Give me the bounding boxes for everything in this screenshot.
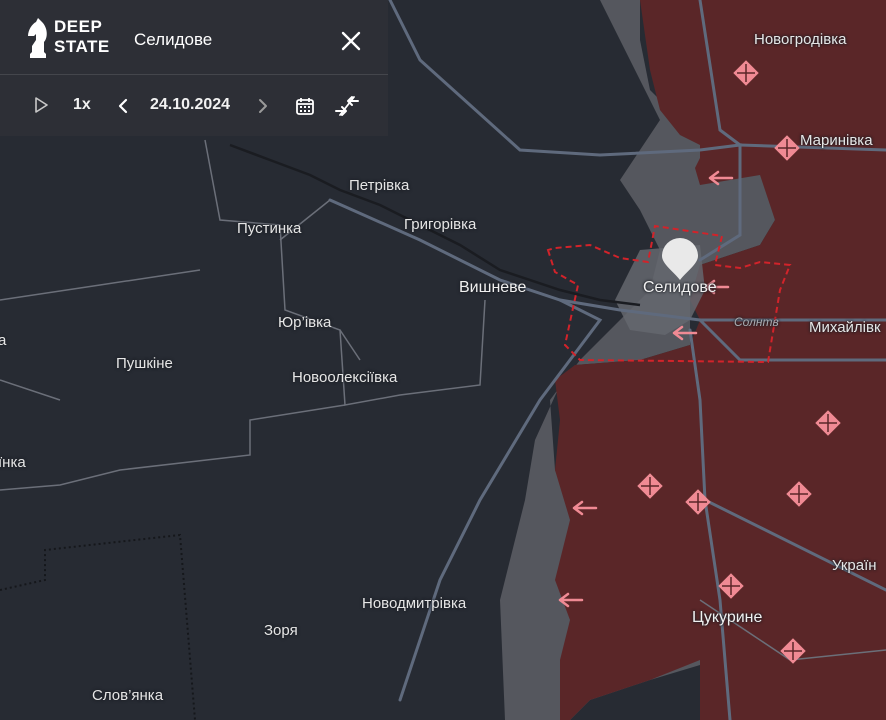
close-icon[interactable] (340, 30, 362, 52)
chevron-left-icon[interactable] (117, 98, 129, 114)
calendar-icon[interactable] (295, 96, 315, 116)
place-label-mykhailivka: Михайлівк (809, 319, 881, 336)
place-label-tsukuryne: Цукурине (692, 609, 763, 626)
play-icon[interactable] (34, 97, 48, 113)
place-label-zoria: Зоря (264, 622, 298, 639)
place-label-novodmytrivka: Новодмитрівка (362, 595, 467, 612)
date-display[interactable]: 24.10.2024 (150, 96, 230, 114)
panel-title: Селидове (134, 30, 213, 49)
speed-button[interactable]: 1x (73, 96, 91, 114)
road-label: Солнтв (734, 315, 779, 329)
knight-logo-icon (28, 18, 47, 58)
place-label-yurivka: Юр’івка (278, 314, 332, 331)
place-label-petrivka: Петрівка (349, 177, 410, 194)
place-label-left-edge-a: а (0, 332, 7, 349)
brand-line-2: STATE (54, 37, 110, 56)
place-label-slovianka: Слов’янка (92, 687, 164, 704)
place-label-vyshneve: Вишневе (459, 279, 527, 296)
brand-logo-text: DEEP STATE (54, 17, 110, 57)
place-label-ukrainsk: Україн (832, 557, 877, 574)
place-label-marynivka: Маринівка (800, 132, 873, 149)
place-label-pushkine: Пушкіне (116, 355, 173, 372)
place-label-pustynka: Пустинка (237, 220, 302, 237)
brand-line-1: DEEP (54, 17, 103, 36)
place-label-hryhorivka: Григорівка (404, 216, 477, 233)
place-label-novooleksiivka: Новоолексіївка (292, 369, 398, 386)
chevron-right-icon[interactable] (257, 98, 269, 114)
place-label-left-edge-b: їнка (0, 454, 26, 471)
place-label-novohrodivka: Новогродівка (754, 31, 847, 48)
place-label-selydove: Селидове (643, 279, 717, 296)
deepstate-panel: DEEP STATE Селидове 1x 24.10.2024 (0, 0, 388, 136)
timeline-controls: 1x 24.10.2024 (0, 75, 388, 136)
panel-header: DEEP STATE Селидове (0, 0, 388, 75)
compare-arrows-icon[interactable] (334, 95, 360, 117)
